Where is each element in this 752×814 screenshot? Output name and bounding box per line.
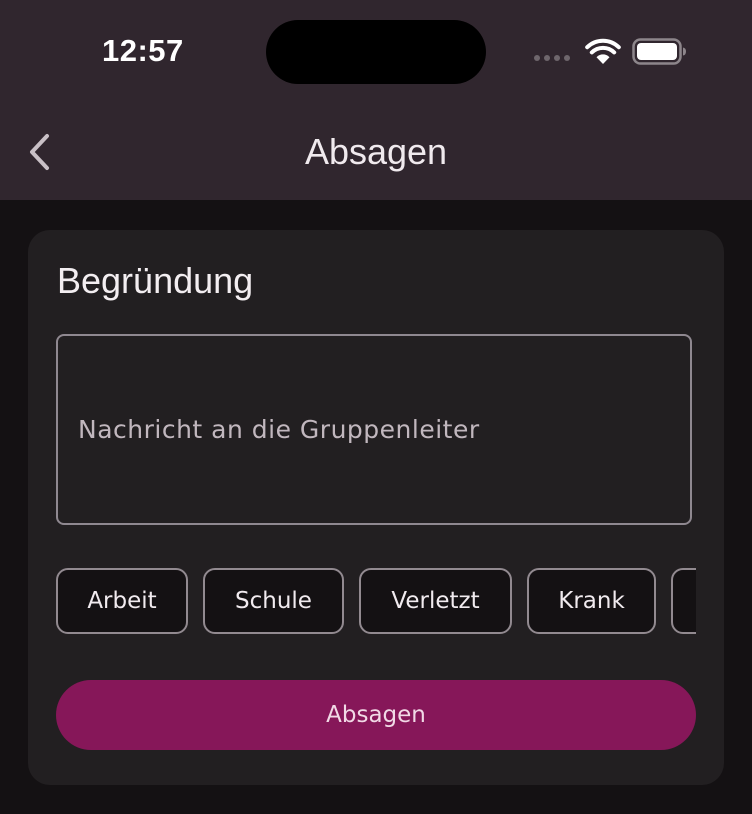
chip-krank[interactable]: Krank — [527, 568, 656, 634]
signal-icon — [534, 55, 570, 61]
battery-icon — [632, 38, 686, 65]
status-bar: 12:57 — [0, 0, 752, 100]
dynamic-island — [266, 20, 486, 84]
app-bar: Absagen — [0, 100, 752, 200]
status-time: 12:57 — [102, 33, 184, 68]
reason-chip-row[interactable]: Arbeit Schule Verletzt Krank — [56, 568, 696, 636]
chip-schule[interactable]: Schule — [203, 568, 344, 634]
chip-partial[interactable] — [671, 568, 696, 634]
chip-verletzt[interactable]: Verletzt — [359, 568, 512, 634]
cancel-submit-button[interactable]: Absagen — [56, 680, 696, 750]
cancellation-card: Begründung Arbeit Schule Verletzt Krank … — [28, 230, 724, 785]
message-input[interactable] — [56, 334, 692, 525]
wifi-icon — [585, 38, 621, 64]
page-title: Absagen — [304, 131, 448, 172]
section-title: Begründung — [57, 260, 254, 301]
chip-arbeit[interactable]: Arbeit — [56, 568, 188, 634]
